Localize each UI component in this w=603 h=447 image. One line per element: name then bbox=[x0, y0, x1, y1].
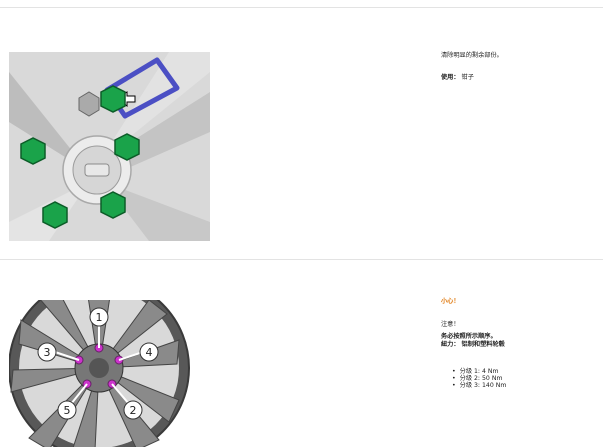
warning-heading: 小心！ bbox=[441, 298, 460, 305]
bolt-number-3: 3 bbox=[44, 346, 51, 359]
list-item: 分级 1: 4 Nm bbox=[452, 368, 506, 375]
nut-icon bbox=[114, 133, 140, 161]
instruction-text: 清除明显的剩余部份。 bbox=[441, 52, 503, 59]
nut-icon bbox=[100, 191, 126, 219]
wheel-bolt-sequence-illustration: 1 2 3 4 5 bbox=[9, 300, 210, 447]
wheel-nut-removal-illustration bbox=[9, 52, 210, 241]
torque-line: 紐力： 铝制和塑料轮毂 bbox=[441, 341, 505, 349]
nut-icon bbox=[20, 137, 46, 165]
torque-label: 紐力： bbox=[441, 341, 460, 348]
torque-steps-list: 分级 1: 4 Nm 分级 2: 50 Nm 分级 3: 140 Nm bbox=[452, 368, 507, 389]
bolt-number-4: 4 bbox=[146, 346, 153, 359]
middle-divider bbox=[0, 259, 603, 260]
nut-icon bbox=[42, 201, 68, 229]
bolt-number-1: 1 bbox=[96, 311, 103, 324]
use-line: 使用： 钳子 bbox=[441, 74, 474, 82]
torque-value: 铝制和塑料轮毂 bbox=[461, 341, 505, 348]
nut-icon bbox=[100, 85, 126, 113]
bolt-number-2: 2 bbox=[130, 404, 137, 417]
list-item: 分级 2: 50 Nm bbox=[452, 375, 506, 382]
note-text: 务必按照所示顺序。 bbox=[441, 333, 497, 340]
top-divider bbox=[0, 7, 603, 8]
use-label: 使用： bbox=[441, 74, 460, 81]
note-title: 注意！ bbox=[441, 321, 460, 328]
list-item: 分级 3: 140 Nm bbox=[452, 382, 507, 389]
bolt-number-5: 5 bbox=[64, 404, 71, 417]
use-value: 钳子 bbox=[461, 74, 474, 81]
